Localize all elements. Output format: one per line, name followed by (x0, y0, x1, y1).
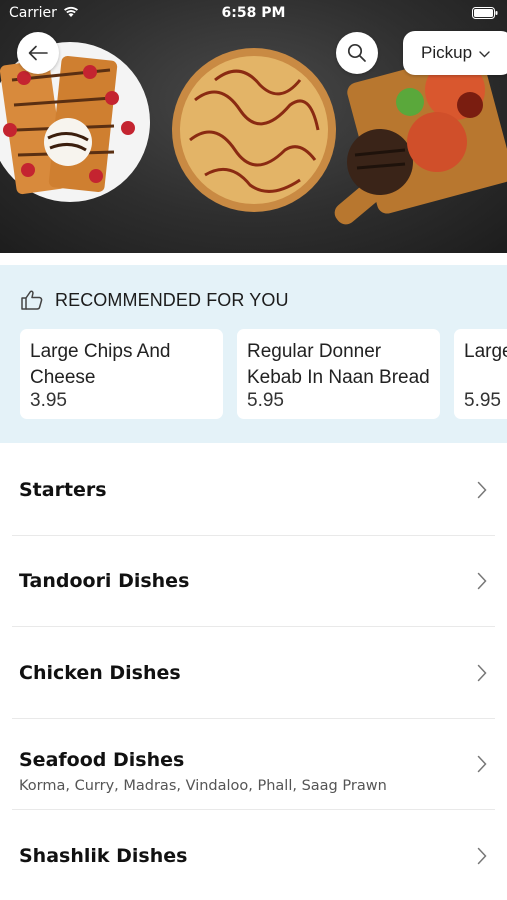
category-name: Starters (19, 478, 107, 501)
order-mode-dropdown[interactable]: Pickup (403, 31, 507, 75)
arrow-left-icon (28, 45, 48, 61)
recommended-header: RECOMMENDED FOR YOU (20, 289, 289, 311)
category-name: Seafood Dishes (19, 748, 185, 771)
chevron-right-icon (477, 664, 487, 681)
category-list: Starters Tandoori Dishes Chicken Dishes … (0, 444, 507, 900)
recommended-section: RECOMMENDED FOR YOU Large Chips And Chee… (0, 265, 507, 443)
recommended-card[interactable]: Regular Donner Kebab In Naan Bread 5.95 (237, 329, 440, 419)
card-item-price: 5.95 (464, 390, 501, 411)
card-item-name: Large Chips And Cheese (30, 341, 171, 388)
order-mode-label: Pickup (421, 43, 473, 62)
category-row-tandoori[interactable]: Tandoori Dishes (0, 536, 507, 628)
status-bar: Carrier 6:58 PM (0, 0, 507, 28)
recommended-card[interactable]: Large Meat 5.95 (454, 329, 507, 419)
thumbs-up-icon (21, 290, 43, 310)
chevron-right-icon (477, 573, 487, 590)
chevron-right-icon (477, 847, 487, 864)
card-item-price: 5.95 (247, 390, 284, 411)
category-row-shashlik[interactable]: Shashlik Dishes (0, 810, 507, 900)
status-time: 6:58 PM (221, 5, 286, 21)
chevron-down-icon (479, 50, 490, 57)
category-row-chicken[interactable]: Chicken Dishes (0, 627, 507, 719)
battery-icon (472, 7, 498, 19)
recommended-card[interactable]: Large Chips And Cheese 3.95 (20, 329, 223, 419)
category-row-starters[interactable]: Starters (0, 444, 507, 536)
back-button[interactable] (17, 32, 59, 74)
search-button[interactable] (336, 32, 378, 74)
hero-banner: Carrier 6:58 PM Pickup (0, 0, 507, 253)
recommended-title: RECOMMENDED FOR YOU (55, 289, 289, 310)
card-item-name: Large Meat (464, 341, 507, 362)
chevron-right-icon (477, 756, 487, 773)
chevron-right-icon (477, 481, 487, 498)
card-item-price: 3.95 (30, 390, 67, 411)
category-row-seafood[interactable]: Seafood Dishes Korma, Curry, Madras, Vin… (0, 719, 507, 811)
category-name: Chicken Dishes (19, 661, 181, 684)
category-name: Shashlik Dishes (19, 844, 188, 867)
search-icon (347, 43, 366, 62)
card-item-name: Regular Donner Kebab In Naan Bread (247, 341, 430, 388)
category-subtitle: Korma, Curry, Madras, Vindaloo, Phall, S… (19, 777, 387, 794)
category-name: Tandoori Dishes (19, 570, 190, 593)
